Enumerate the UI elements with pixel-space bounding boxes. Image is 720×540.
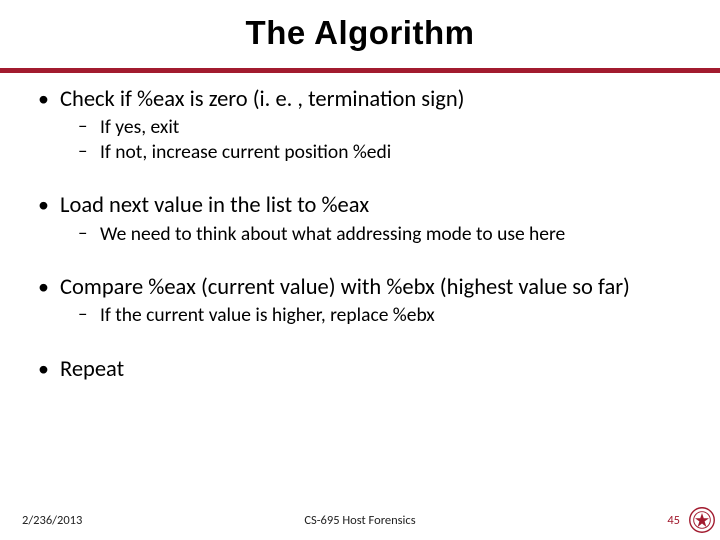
list-item: We need to think about what addressing m…: [74, 222, 690, 246]
slide-body: Check if %eax is zero (i. e. , terminati…: [34, 86, 690, 385]
title-rule: [0, 68, 720, 73]
bullet-text: Repeat: [60, 356, 124, 383]
slide: The Algorithm Check if %eax is zero (i. …: [0, 0, 720, 540]
sub-list: If yes, exit If not, increase current po…: [60, 115, 690, 164]
bullet-text: Load next value in the list to %eax: [60, 192, 369, 219]
bullet-list: Check if %eax is zero (i. e. , terminati…: [34, 86, 690, 164]
footer-course: CS-695 Host Forensics: [0, 513, 720, 528]
sub-list: If the current value is higher, replace …: [60, 303, 690, 327]
list-item: If yes, exit: [74, 115, 690, 139]
list-item: Compare %eax (current value) with %ebx (…: [34, 274, 690, 328]
list-item: If not, increase current position %edi: [74, 140, 690, 164]
list-item: Repeat: [34, 356, 690, 383]
bullet-text: If the current value is higher, replace …: [100, 303, 435, 327]
bullet-list: Repeat: [34, 356, 690, 383]
list-item: Load next value in the list to %eax We n…: [34, 192, 690, 246]
seal-icon: [688, 506, 716, 534]
sub-list: We need to think about what addressing m…: [60, 222, 690, 246]
bullet-text: If yes, exit: [100, 115, 179, 139]
list-item: If the current value is higher, replace …: [74, 303, 690, 327]
list-item: Check if %eax is zero (i. e. , terminati…: [34, 86, 690, 164]
spacer: [34, 166, 690, 192]
bullet-text: Compare %eax (current value) with %ebx (…: [60, 274, 630, 301]
spacer: [34, 330, 690, 356]
bullet-text: Check if %eax is zero (i. e. , terminati…: [60, 86, 464, 113]
slide-title: The Algorithm: [0, 0, 720, 52]
bullet-text: If not, increase current position %edi: [100, 140, 391, 164]
bullet-list: Load next value in the list to %eax We n…: [34, 192, 690, 246]
spacer: [34, 248, 690, 274]
bullet-list: Compare %eax (current value) with %ebx (…: [34, 274, 690, 328]
footer-page-number: 45: [667, 513, 680, 528]
bullet-text: We need to think about what addressing m…: [100, 222, 565, 246]
